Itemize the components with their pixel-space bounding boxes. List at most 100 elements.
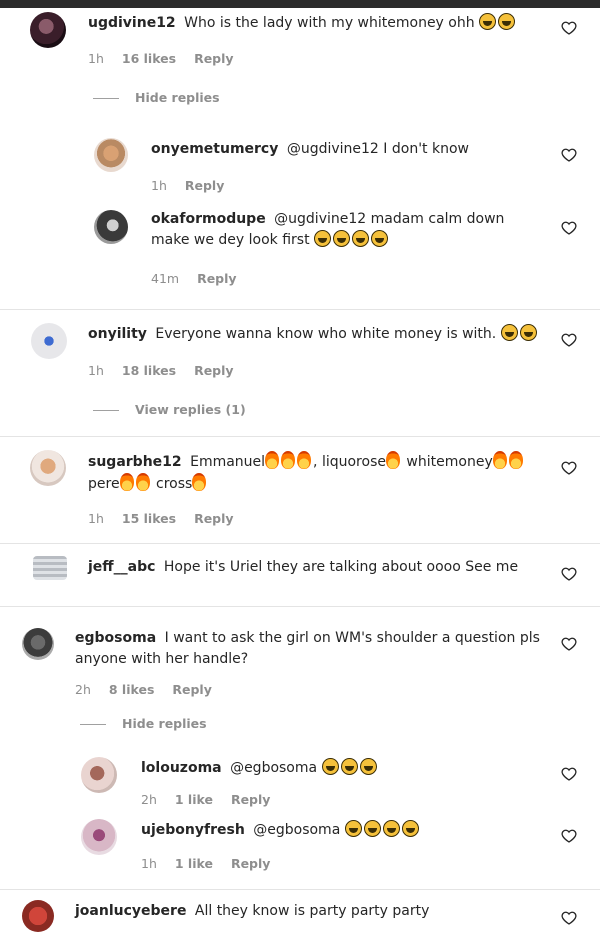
- window-top-bar: [0, 0, 600, 8]
- comment-time: 1h: [88, 51, 104, 66]
- heart-icon[interactable]: [561, 220, 577, 236]
- fire-emoji-icon: [265, 451, 280, 469]
- comment-time: 1h: [151, 178, 167, 193]
- avatar[interactable]: [81, 757, 117, 793]
- heart-icon[interactable]: [561, 332, 577, 348]
- avatar[interactable]: [81, 819, 117, 855]
- heart-icon[interactable]: [561, 636, 577, 652]
- fire-emoji-icon: [192, 473, 207, 491]
- hide-replies-button[interactable]: Hide replies: [93, 90, 220, 105]
- section-divider: [0, 889, 600, 890]
- reply-button[interactable]: Reply: [197, 271, 236, 286]
- laughing-emoji-icon: [500, 324, 518, 341]
- comment-username[interactable]: onyemetumercy: [151, 141, 278, 157]
- fire-emoji-icon: [297, 451, 312, 469]
- reply-button[interactable]: Reply: [231, 856, 270, 871]
- avatar[interactable]: [30, 450, 66, 486]
- comment-body: All they know is party party party: [194, 903, 430, 919]
- divider-line: [93, 410, 119, 411]
- laughing-emoji-icon: [371, 230, 389, 247]
- comment-body: @ugdivine12 I don't know: [286, 141, 469, 157]
- comment-username[interactable]: lolouzoma: [141, 760, 222, 776]
- comment-body: Everyone wanna know who white money is w…: [155, 326, 497, 342]
- fire-emoji-icon: [492, 451, 507, 469]
- reply-button[interactable]: Reply: [194, 511, 233, 526]
- heart-icon[interactable]: [561, 20, 577, 36]
- heart-icon[interactable]: [561, 910, 577, 926]
- comment-likes[interactable]: 8 likes: [109, 682, 155, 697]
- laughing-emoji-icon: [401, 820, 419, 837]
- fire-emoji-icon: [135, 473, 150, 491]
- avatar[interactable]: [22, 900, 54, 932]
- comment-likes[interactable]: 1 like: [175, 792, 213, 807]
- comment-body-part: cross: [151, 476, 193, 492]
- hide-replies-button[interactable]: Hide replies: [80, 716, 207, 731]
- laughing-emoji-icon: [352, 230, 370, 247]
- reply-button[interactable]: Reply: [194, 51, 233, 66]
- screaming-emoji-icon: [498, 13, 516, 30]
- reply-button[interactable]: Reply: [194, 363, 233, 378]
- section-divider: [0, 436, 600, 437]
- comment-username[interactable]: ujebonyfresh: [141, 822, 245, 838]
- heart-icon[interactable]: [561, 460, 577, 476]
- comment-likes[interactable]: 1 like: [175, 856, 213, 871]
- comment-likes[interactable]: 16 likes: [122, 51, 176, 66]
- comment-time: 1h: [88, 511, 104, 526]
- comment-username[interactable]: sugarbhe12: [88, 454, 182, 470]
- laughing-emoji-icon: [519, 324, 537, 341]
- comment-username[interactable]: egbosoma: [75, 630, 156, 646]
- laughing-emoji-icon: [382, 820, 400, 837]
- comment-time: 41m: [151, 271, 180, 286]
- comment-username[interactable]: ugdivine12: [88, 15, 176, 31]
- heart-icon[interactable]: [561, 566, 577, 582]
- comment-body: @egbosoma: [253, 822, 341, 838]
- comment-body-part: whitemoney: [401, 454, 493, 470]
- comment-likes[interactable]: 15 likes: [122, 511, 176, 526]
- fire-emoji-icon: [385, 451, 400, 469]
- laughing-emoji-icon: [359, 758, 377, 775]
- comment-username[interactable]: jeff__abc: [88, 559, 155, 575]
- section-divider: [0, 543, 600, 544]
- comment-body-part: pere: [88, 476, 120, 492]
- avatar[interactable]: [30, 12, 66, 48]
- comment-time: 1h: [141, 856, 157, 871]
- reply-button[interactable]: Reply: [172, 682, 211, 697]
- divider-line: [93, 98, 119, 99]
- comment-body: @egbosoma: [230, 760, 318, 776]
- comment-username[interactable]: okaformodupe: [151, 211, 266, 227]
- view-replies-button[interactable]: View replies (1): [93, 402, 246, 417]
- laughing-emoji-icon: [321, 758, 339, 775]
- heart-icon[interactable]: [561, 766, 577, 782]
- laughing-emoji-icon: [333, 230, 351, 247]
- fire-emoji-icon: [508, 451, 523, 469]
- comment-body-part: , liquorose: [313, 454, 386, 470]
- comment-likes[interactable]: 18 likes: [122, 363, 176, 378]
- avatar[interactable]: [31, 323, 67, 359]
- comment-time: 2h: [75, 682, 91, 697]
- comment-body: Hope it's Uriel they are talking about o…: [163, 559, 519, 575]
- heart-icon[interactable]: [561, 147, 577, 163]
- laughing-emoji-icon: [340, 758, 358, 775]
- laughing-emoji-icon: [479, 13, 497, 30]
- fire-emoji-icon: [281, 451, 296, 469]
- avatar[interactable]: [94, 210, 128, 244]
- comment-time: 1h: [88, 363, 104, 378]
- comment-body-part: Emmanuel: [190, 454, 266, 470]
- laughing-emoji-icon: [314, 230, 332, 247]
- avatar[interactable]: [33, 556, 67, 580]
- reply-button[interactable]: Reply: [185, 178, 224, 193]
- comment-time: 2h: [141, 792, 157, 807]
- comment-username[interactable]: joanlucyebere: [75, 903, 186, 919]
- section-divider: [0, 309, 600, 310]
- reply-button[interactable]: Reply: [231, 792, 270, 807]
- laughing-emoji-icon: [363, 820, 381, 837]
- heart-icon[interactable]: [561, 828, 577, 844]
- divider-line: [80, 724, 106, 725]
- avatar[interactable]: [94, 138, 128, 172]
- section-divider: [0, 606, 600, 607]
- fire-emoji-icon: [119, 473, 134, 491]
- avatar[interactable]: [22, 628, 54, 660]
- comment-body: Who is the lady with my whitemoney ohh: [184, 15, 475, 31]
- laughing-emoji-icon: [344, 820, 362, 837]
- comment-username[interactable]: onyility: [88, 326, 147, 342]
